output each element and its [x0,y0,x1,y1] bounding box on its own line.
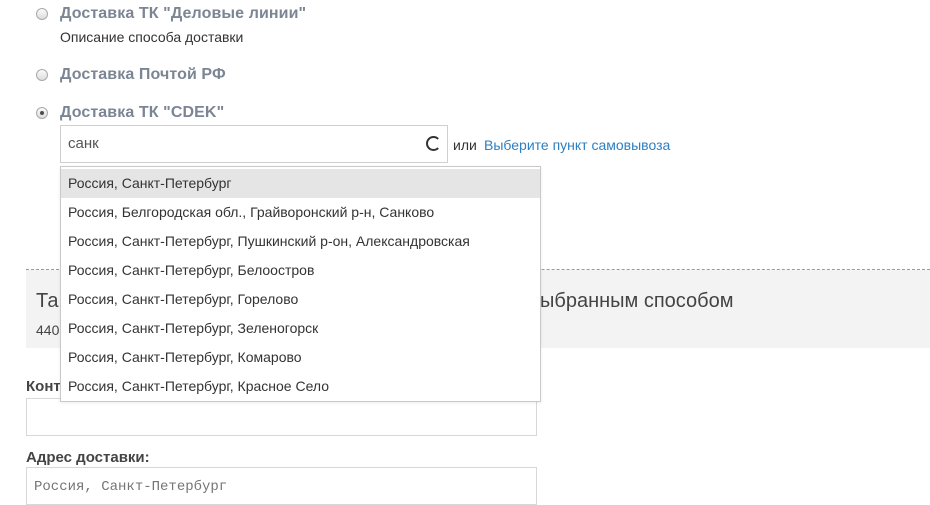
delivery-option-label[interactable]: Доставка ТК "CDEK" [60,104,224,122]
radio-dellin[interactable] [36,8,48,20]
suggestion-item[interactable]: Россия, Санкт-Петербург, Красное Село [61,372,540,401]
suggestion-item[interactable]: Россия, Санкт-Петербург [61,169,540,198]
delivery-option-cdek[interactable]: Доставка ТК "CDEK" [36,104,224,122]
delivery-option-label[interactable]: Доставка ТК "Деловые линии" [60,5,306,23]
delivery-option-russian-post[interactable]: Доставка Почтой РФ [36,66,226,84]
city-search-field[interactable] [60,125,448,163]
delivery-option-label[interactable]: Доставка Почтой РФ [60,66,226,84]
delivery-info-title-continued: ыбранным способом [540,290,734,312]
suggestion-item[interactable]: Россия, Санкт-Петербург, Комарово [61,343,540,372]
delivery-info-title: Та [36,290,59,312]
radio-cdek[interactable] [36,107,48,119]
contact-field[interactable] [26,398,537,436]
address-input[interactable] [34,479,514,495]
radio-russian-post[interactable] [36,69,48,81]
suggestion-item[interactable]: Россия, Белгородская обл., Грайворонский… [61,198,540,227]
loading-spinner-icon [426,136,441,151]
delivery-option-dellin[interactable]: Доставка ТК "Деловые линии" [36,5,306,23]
city-suggestions-dropdown: Россия, Санкт-Петербург Россия, Белгород… [60,166,541,402]
delivery-info-subtext: 440 [36,322,60,338]
choose-pickup-point-link[interactable]: Выберите пункт самовывоза [484,137,670,153]
contact-input[interactable] [34,410,514,426]
suggestion-item[interactable]: Россия, Санкт-Петербург, Зеленогорск [61,314,540,343]
city-search-input[interactable] [68,135,398,152]
suggestion-item[interactable]: Россия, Санкт-Петербург, Белоостров [61,256,540,285]
delivery-option-description: Описание способа доставки [60,29,244,45]
contact-field-label: Конт [26,378,61,395]
address-field-label: Адрес доставки: [26,449,150,466]
or-text: или [453,137,477,153]
address-field[interactable] [26,467,537,505]
suggestion-item[interactable]: Россия, Санкт-Петербург, Горелово [61,285,540,314]
suggestion-item[interactable]: Россия, Санкт-Петербург, Пушкинский р-он… [61,227,540,256]
